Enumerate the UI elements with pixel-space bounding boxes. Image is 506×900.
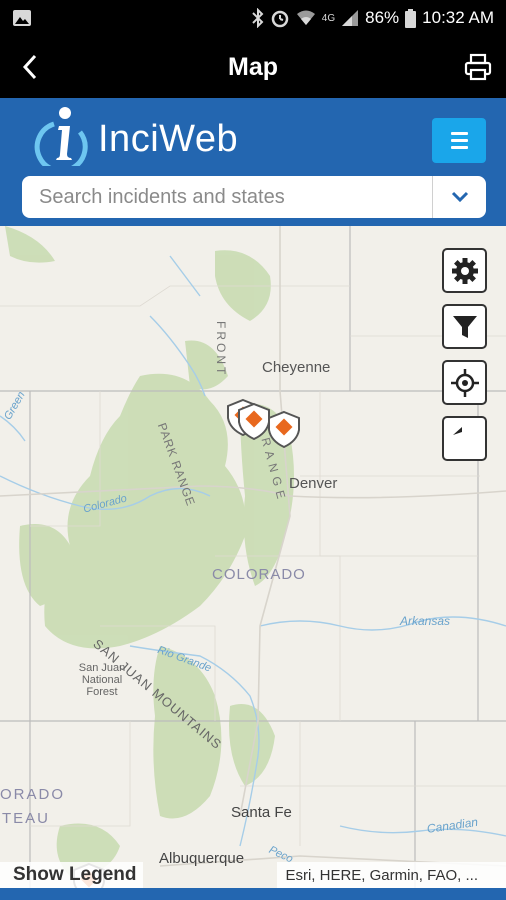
undo-button[interactable] (442, 416, 487, 461)
bluetooth-icon (252, 8, 264, 28)
map-label-santa-fe: Santa Fe (231, 804, 292, 821)
hamburger-icon (450, 132, 468, 135)
map-label-san-juan-forest: San Juan National Forest (78, 662, 126, 698)
map-label-orado: ORADO (0, 786, 66, 803)
map-label-denver: Denver (289, 475, 338, 492)
signal-icon (341, 9, 359, 27)
map-basemap (0, 226, 506, 888)
map-label-albuquerque: Albuquerque (159, 850, 245, 867)
map-label-arkansas: Arkansas (400, 614, 451, 628)
chevron-left-icon (22, 54, 37, 80)
hamburger-icon (450, 139, 468, 142)
back-button[interactable] (14, 50, 46, 84)
show-legend-button[interactable]: Show Legend (0, 862, 143, 888)
menu-button[interactable] (432, 118, 486, 163)
incident-marker[interactable] (267, 410, 301, 448)
locate-button[interactable] (442, 360, 487, 405)
printer-icon (464, 53, 492, 81)
clock: 10:32 AM (422, 8, 494, 27)
image-icon (12, 9, 32, 27)
crosshair-icon (450, 368, 479, 397)
print-button[interactable] (462, 50, 494, 84)
map-label-cheyenne: Cheyenne (262, 359, 331, 376)
incident-marker[interactable] (237, 402, 271, 440)
brand-name: InciWeb (98, 118, 239, 160)
filter-icon (452, 315, 477, 338)
title-bar: Map (0, 36, 506, 98)
gear-icon (451, 257, 478, 284)
bottom-strip (0, 888, 506, 900)
battery-percent: 86% (365, 8, 400, 27)
undo-arrow-icon (452, 426, 462, 435)
status-bar: 4G 86% 10:32 AM (0, 0, 506, 36)
battery-icon (405, 8, 417, 28)
filter-button[interactable] (442, 304, 487, 349)
map-label-front: FRONT (214, 321, 228, 378)
map-label-teau: TEAU (2, 810, 51, 827)
map-view[interactable]: Cheyenne Denver COLORADO FRONT RANGE PAR… (0, 226, 506, 888)
search-input[interactable] (22, 176, 432, 218)
inciweb-info-logo[interactable] (34, 102, 90, 166)
hamburger-icon (450, 146, 468, 149)
map-attribution: Esri, HERE, Garmin, FAO, ... (277, 862, 506, 888)
network-type: 4G (321, 12, 336, 24)
inciweb-header: InciWeb (0, 98, 506, 226)
chevron-down-icon (451, 191, 468, 203)
page-title: Map (228, 52, 278, 81)
wifi-icon (296, 9, 316, 27)
settings-button[interactable] (442, 248, 487, 293)
map-label-colorado: COLORADO (212, 566, 306, 583)
alarm-icon (270, 8, 290, 28)
search-dropdown-button[interactable] (432, 176, 486, 218)
search-box (22, 176, 486, 218)
